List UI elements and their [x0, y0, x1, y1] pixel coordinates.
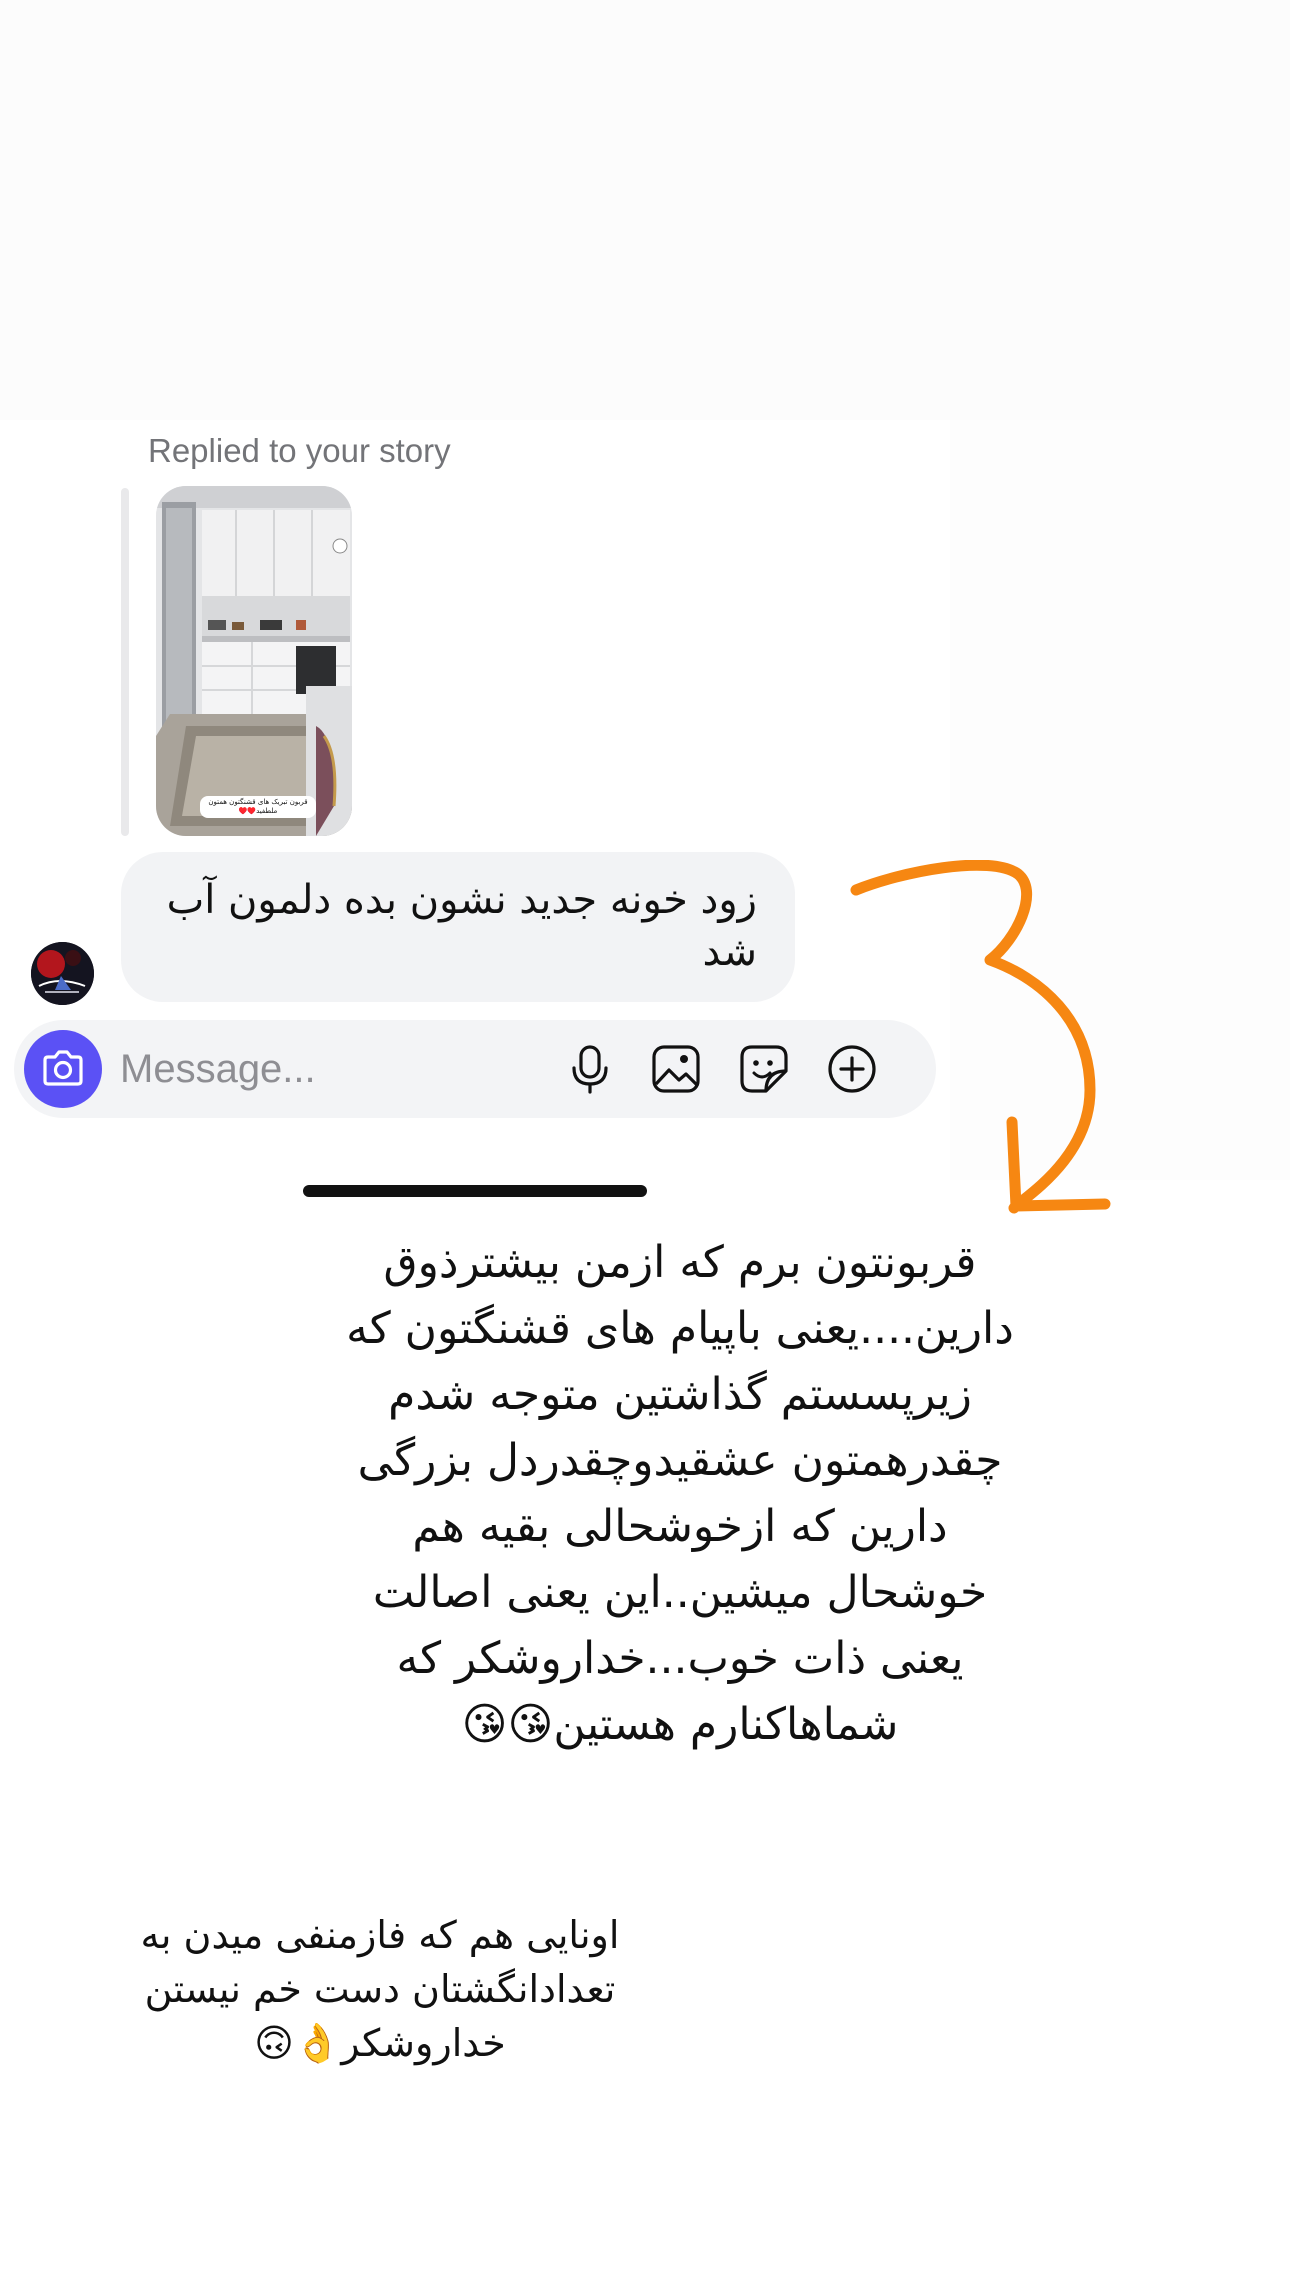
- story-footer-text: اونایی هم که فازمنفی میدن به تعدادانگشتا…: [140, 1913, 620, 2065]
- kitchen-photo: [156, 486, 352, 836]
- dm-screenshot: Replied to your story قربون تبریک های قش…: [0, 420, 950, 1197]
- message-input[interactable]: [120, 1041, 560, 1097]
- message-composer: [14, 1020, 936, 1118]
- home-indicator: [303, 1185, 647, 1197]
- microphone-button[interactable]: [562, 1041, 618, 1097]
- microphone-icon: [572, 1045, 608, 1094]
- sender-avatar[interactable]: [31, 942, 94, 1005]
- message-text: زود خونه جدید نشون بده دلمون آب شد: [166, 877, 757, 975]
- story-thumbnail[interactable]: قربون تبریک های قشنگتون همتون ملطفید♥️♥️: [156, 486, 352, 836]
- story-caption: قربون تبریک های قشنگتون همتون ملطفید♥️♥️: [200, 796, 316, 818]
- reply-quote-bar: [121, 488, 129, 836]
- sticker-button[interactable]: [736, 1041, 792, 1097]
- top-blank-area: [0, 0, 1290, 420]
- gallery-button[interactable]: [648, 1041, 704, 1097]
- curved-arrow-icon: [850, 860, 1111, 1214]
- camera-button[interactable]: [24, 1030, 102, 1108]
- camera-icon: [43, 1050, 83, 1086]
- avatar-image: [31, 942, 94, 1005]
- replied-to-story-label: Replied to your story: [148, 432, 451, 469]
- sticker-icon: [740, 1045, 788, 1093]
- message-bubble[interactable]: زود خونه جدید نشون بده دلمون آب شد: [121, 852, 795, 1002]
- image-icon: [652, 1045, 700, 1093]
- story-overlay-text: قربونتون برم که ازمن بیشترذوق دارین....ی…: [346, 1237, 1014, 1750]
